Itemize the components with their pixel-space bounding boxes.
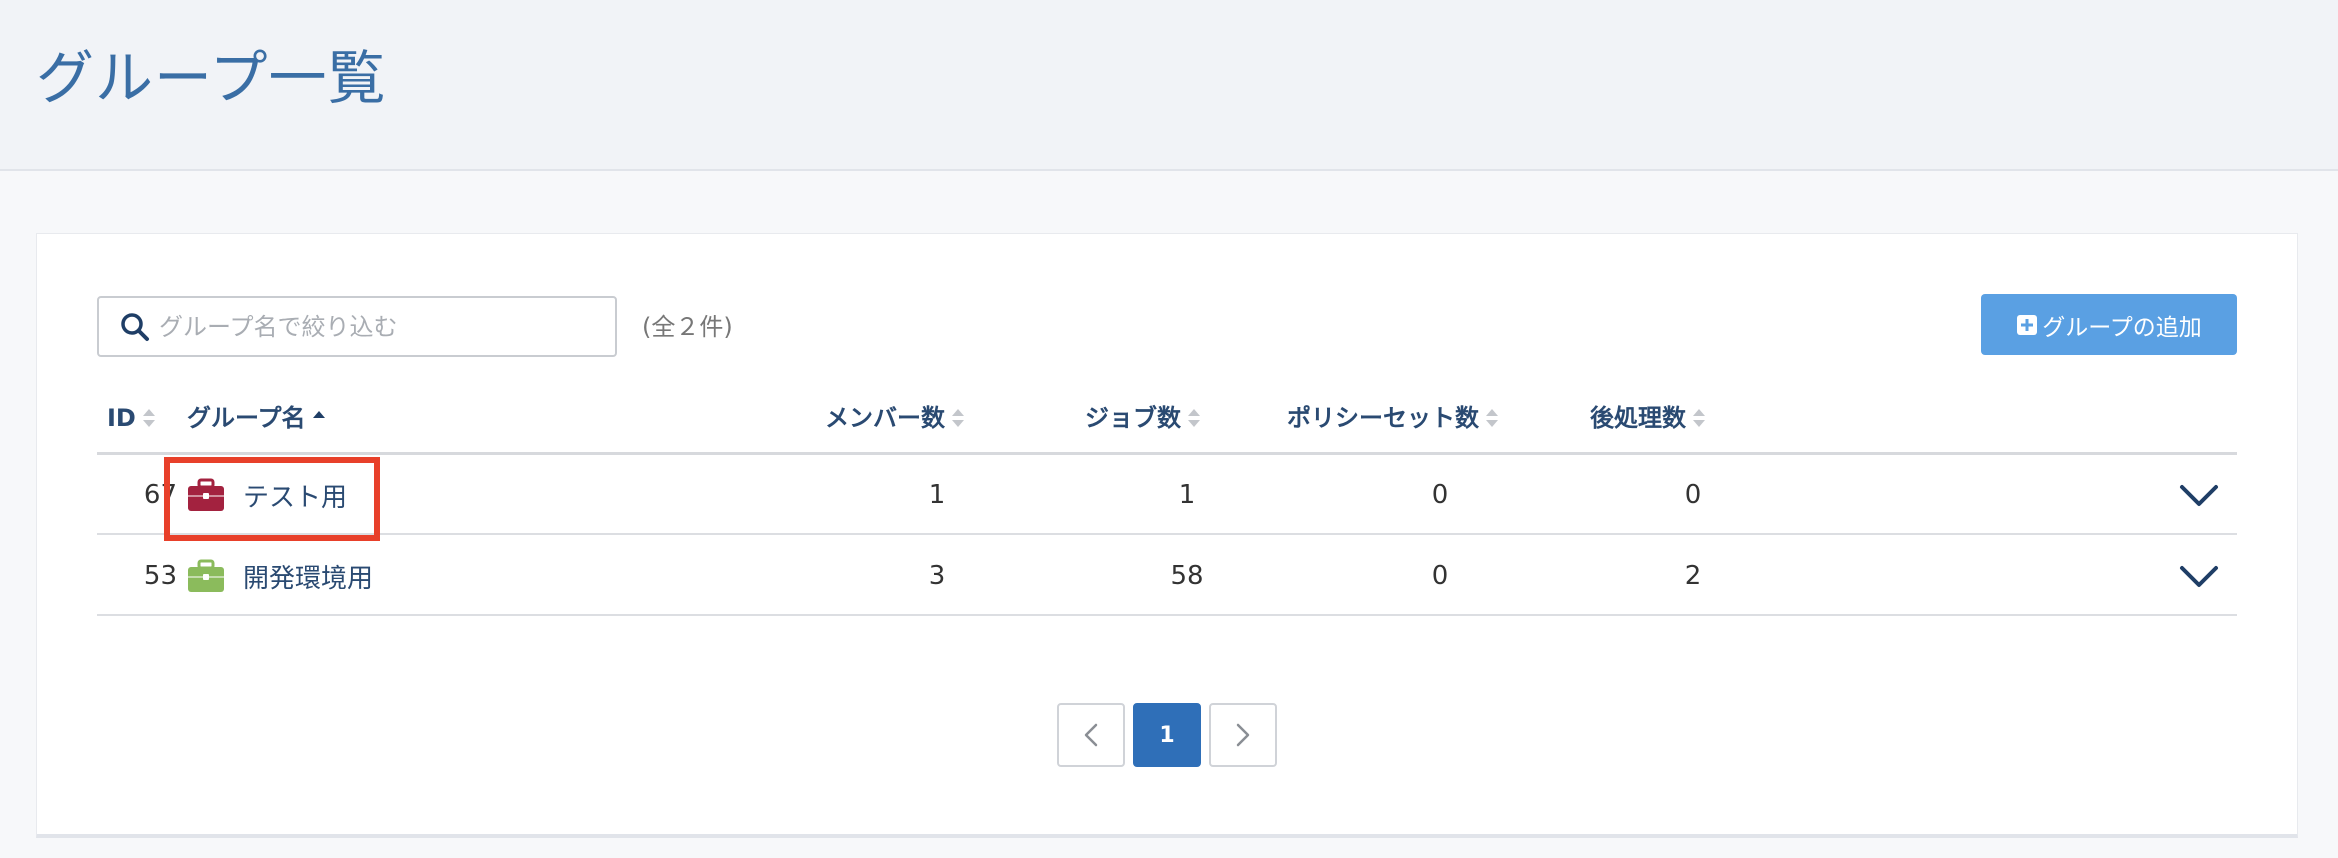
cell-group-name: 開発環境用 [187,536,373,616]
search-box[interactable] [97,296,617,357]
column-header-group-name[interactable]: グループ名 [187,402,326,434]
page-title: グループ一覧 [36,44,387,112]
next-page-button[interactable] [1209,703,1277,767]
sort-icon [1693,409,1705,427]
column-header-post-processes[interactable]: 後処理数 [1590,402,1706,434]
chevron-down-icon[interactable] [2179,483,2219,509]
search-input[interactable] [159,298,609,355]
sort-ascending-icon [312,411,325,418]
chevron-down-icon[interactable] [2179,564,2219,590]
column-header-group-name-label: グループ名 [187,404,306,432]
cell-group-name: テスト用 [187,455,347,535]
cell-jobs: 58 [1170,561,1204,591]
column-header-id-label: ID [107,404,136,432]
sort-icon [142,409,155,427]
briefcase-icon [188,559,224,592]
group-list-panel: (全２件) グループの追加 ID グループ名 メンバー数 ジョブ数 ポリシーセ [36,233,2298,838]
cell-jobs: 1 [1178,480,1196,510]
page-button-current[interactable]: 1 [1133,703,1201,767]
chevron-left-icon [1084,723,1098,747]
cell-id: 53 [143,561,177,591]
column-header-jobs[interactable]: ジョブ数 [1085,402,1201,434]
page-header: グループ一覧 [0,0,2338,171]
group-name-link[interactable]: テスト用 [243,477,347,514]
cell-policy-sets: 0 [1431,480,1449,510]
sort-icon [952,409,964,427]
total-count: (全２件) [642,313,733,341]
add-group-label: グループの追加 [2042,314,2202,341]
column-header-members[interactable]: メンバー数 [825,402,965,434]
column-header-post-processes-label: 後処理数 [1590,404,1686,432]
group-name-link[interactable]: 開発環境用 [243,558,373,595]
chevron-right-icon [1236,723,1250,747]
column-header-members-label: メンバー数 [825,404,945,432]
column-header-policy-sets-label: ポリシーセット数 [1287,404,1479,432]
cell-members: 1 [928,480,946,510]
table-row: 53 開発環境用 3 58 0 2 [97,536,2237,616]
sort-icon [1188,409,1200,427]
sort-icon [1486,409,1498,427]
search-icon [121,313,149,341]
cell-post-processes: 2 [1684,561,1702,591]
column-header-id[interactable]: ID [107,402,156,434]
cell-id: 67 [143,480,177,510]
briefcase-icon [188,478,224,511]
cell-members: 3 [928,561,946,591]
table-row: 67 テスト用 1 1 0 0 [97,455,2237,535]
column-header-jobs-label: ジョブ数 [1085,404,1181,432]
column-header-policy-sets[interactable]: ポリシーセット数 [1287,402,1499,434]
add-group-button[interactable]: グループの追加 [1981,294,2237,355]
cell-policy-sets: 0 [1431,561,1449,591]
previous-page-button[interactable] [1057,703,1125,767]
cell-post-processes: 0 [1684,480,1702,510]
plus-square-icon [2017,314,2038,335]
